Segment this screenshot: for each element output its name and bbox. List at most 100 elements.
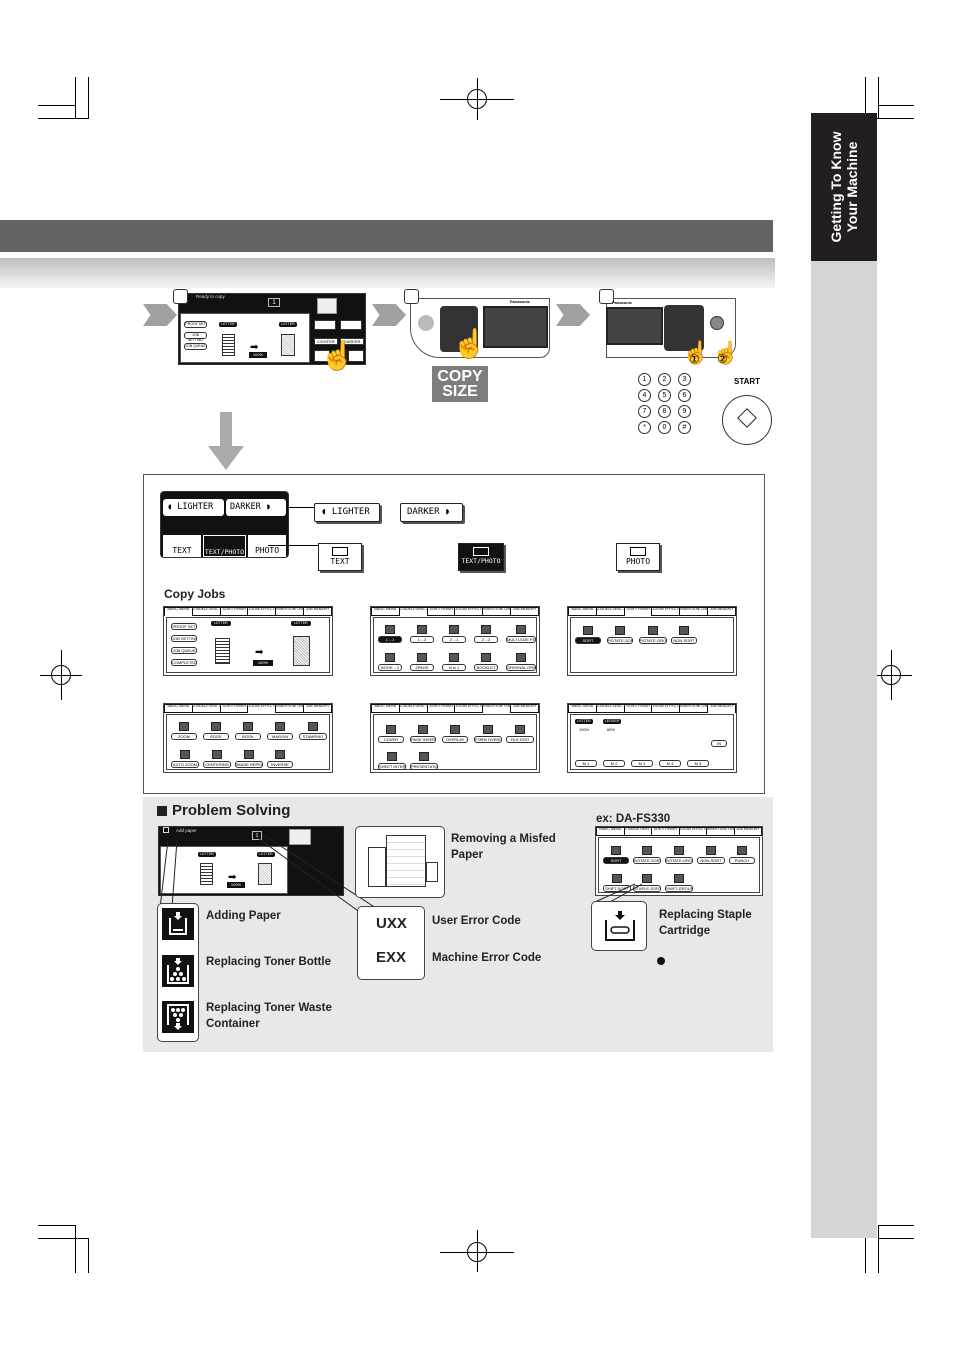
darker-key[interactable]: DARKER ◗ bbox=[226, 499, 286, 516]
key-hash[interactable]: # bbox=[678, 421, 691, 434]
photo-mode-button[interactable]: PHOTO bbox=[616, 543, 660, 571]
chapter-tab[interactable]: Getting To Know Your Machine bbox=[811, 113, 877, 261]
function-button[interactable]: ZOOM bbox=[171, 733, 197, 740]
function-button[interactable]: M 1 bbox=[575, 760, 597, 767]
function-button[interactable]: NON-SORT bbox=[671, 637, 697, 644]
tab-3[interactable]: ZOOM/ EFFECTS bbox=[455, 608, 483, 615]
tab-5[interactable]: JOB MEMORY bbox=[304, 705, 331, 712]
tab-5[interactable]: JOB MEMORY bbox=[734, 828, 761, 835]
function-button[interactable]: IN bbox=[711, 740, 727, 747]
finisher-button[interactable]: SORT bbox=[603, 857, 629, 864]
tab-3[interactable]: ZOOM/ EFFECTS bbox=[679, 828, 706, 835]
job-setting-button[interactable]: JOB SETTING bbox=[184, 332, 207, 342]
start-button[interactable] bbox=[722, 395, 772, 445]
function-button[interactable]: MULTI-SIZE FEED bbox=[506, 636, 536, 643]
function-button[interactable]: AUTO ZOOM bbox=[171, 761, 199, 768]
tab-2[interactable]: SORT/ FINISH bbox=[624, 705, 652, 712]
function-button[interactable]: ROTATE-GROUP bbox=[639, 637, 667, 644]
function-button[interactable]: BOOK→2 bbox=[378, 664, 402, 671]
tab-4[interactable]: INSERTION/ OVERLAY bbox=[483, 608, 511, 615]
function-button[interactable]: 2→2 bbox=[474, 636, 498, 643]
tab-3[interactable]: ZOOM/ EFFECTS bbox=[652, 608, 680, 615]
tab-4[interactable]: INSERTION/ OVERLAY bbox=[680, 705, 708, 712]
key-4[interactable]: 4 bbox=[638, 389, 651, 402]
function-button[interactable]: M 3 bbox=[631, 760, 653, 767]
tab-1[interactable]: 2-SIDED/ ORIG→COPY bbox=[192, 608, 220, 615]
function-button[interactable]: EDGE bbox=[203, 733, 229, 740]
function-button[interactable]: BOOKLET bbox=[474, 664, 498, 671]
function-button[interactable]: SHEET INTERLEAVING bbox=[378, 763, 406, 770]
key-8[interactable]: 8 bbox=[658, 405, 671, 418]
function-button[interactable]: INVERSE bbox=[267, 761, 293, 768]
function-button[interactable]: CENTERING bbox=[203, 761, 231, 768]
function-button[interactable]: PROOF SET bbox=[171, 623, 197, 630]
tab-2[interactable]: SORT/ FINISH bbox=[427, 705, 455, 712]
tab-3[interactable]: ZOOM/ EFFECTS bbox=[652, 705, 680, 712]
function-button[interactable]: MARGIN bbox=[267, 733, 293, 740]
finisher-button[interactable]: NON-SORT bbox=[697, 857, 725, 864]
function-button[interactable]: M 5 bbox=[687, 760, 709, 767]
tab-5[interactable]: JOB MEMORY bbox=[511, 608, 538, 615]
tab-5[interactable]: JOB MEMORY bbox=[304, 608, 331, 615]
tab-0[interactable]: BASIC MENU bbox=[372, 705, 399, 712]
function-button[interactable]: FILE EDIT bbox=[506, 736, 534, 743]
function-button[interactable]: COVER bbox=[378, 736, 404, 743]
key-6[interactable]: 6 bbox=[678, 389, 691, 402]
key-5[interactable]: 5 bbox=[658, 389, 671, 402]
tab-0[interactable]: BASIC MENU bbox=[165, 608, 192, 617]
finisher-button[interactable]: ROTATE-GROUP bbox=[665, 857, 693, 864]
key-3[interactable]: 3 bbox=[678, 373, 691, 386]
key-9[interactable]: 9 bbox=[678, 405, 691, 418]
key-0[interactable]: 0 bbox=[658, 421, 671, 434]
finisher-button[interactable]: PUNCH bbox=[729, 857, 755, 864]
tab-1[interactable]: 2-SIDED/ ORIG→COPY bbox=[596, 705, 624, 712]
tab-0[interactable]: BASIC MENU bbox=[569, 705, 596, 712]
lighter-key[interactable]: ◖ LIGHTER bbox=[163, 499, 224, 516]
copy-size-key[interactable]: COPY SIZE bbox=[432, 366, 488, 402]
photo-mode-key[interactable]: PHOTO bbox=[248, 535, 286, 557]
function-button[interactable]: 2→1 bbox=[442, 636, 466, 643]
function-button[interactable]: 1→1 bbox=[378, 636, 402, 643]
darker-button[interactable]: DARKER ◗ bbox=[400, 503, 463, 522]
tab-0[interactable]: BASIC MENU bbox=[597, 828, 624, 835]
function-button[interactable]: COMPLETED JOB LIST bbox=[171, 659, 197, 666]
tab-4[interactable]: INSERTION/ OVERLAY bbox=[680, 608, 708, 615]
text-mode-key[interactable]: TEXT bbox=[163, 535, 201, 557]
text-photo-mode-button[interactable]: TEXT/PHOTO bbox=[458, 543, 504, 571]
text-mode-button[interactable]: TEXT bbox=[318, 543, 362, 571]
tab-5[interactable]: JOB MEMORY bbox=[708, 608, 735, 615]
tab-1[interactable]: 2-SIDED/ ORIG→COPY bbox=[596, 608, 624, 615]
tab-4[interactable]: INSERTION/ OVERLAY bbox=[276, 608, 304, 615]
tab-3[interactable]: ZOOM/ EFFECTS bbox=[248, 705, 276, 714]
function-button[interactable]: IMAGE REPEAT bbox=[235, 761, 263, 768]
function-button[interactable]: N in 1 bbox=[442, 664, 466, 671]
tab-3[interactable]: ZOOM/ EFFECTS bbox=[248, 608, 276, 615]
tab-2[interactable]: SORT/ FINISH bbox=[220, 705, 248, 712]
tab-0[interactable]: BASIC MENU bbox=[372, 608, 399, 615]
tab-1[interactable]: 2-SIDED/ ORIG→COPY bbox=[624, 828, 651, 835]
tab-2[interactable]: SORT/ FINISH bbox=[427, 608, 455, 615]
function-button[interactable]: ORIGINAL ORIENTATION bbox=[506, 664, 536, 671]
function-button[interactable]: PAGE INSERTION bbox=[410, 736, 436, 743]
tab-0[interactable]: BASIC MENU bbox=[165, 705, 192, 712]
function-button[interactable]: M 4 bbox=[659, 760, 681, 767]
tab-1[interactable]: 2-SIDED/ ORIG→COPY bbox=[399, 608, 427, 617]
tab-2[interactable]: SORT/ FINISH bbox=[220, 608, 248, 615]
function-button[interactable]: 1→2 bbox=[410, 636, 434, 643]
proof-set-button[interactable]: PROOF SET bbox=[184, 321, 207, 328]
tab-0[interactable]: BASIC MENU bbox=[569, 608, 596, 615]
key-1[interactable]: 1 bbox=[638, 373, 651, 386]
function-button[interactable]: STAMPING bbox=[299, 733, 327, 740]
text-photo-mode-key[interactable]: TEXT/PHOTO bbox=[203, 535, 246, 557]
job-queue-button[interactable]: JOB QUEUE bbox=[184, 343, 207, 350]
size-select-button[interactable] bbox=[340, 320, 362, 330]
finisher-button[interactable]: ROTATE-SORT bbox=[633, 857, 661, 864]
key-star[interactable]: * bbox=[638, 421, 651, 434]
key-2[interactable]: 2 bbox=[658, 373, 671, 386]
function-button[interactable]: OVERLAY bbox=[442, 736, 468, 743]
function-button[interactable]: ROTATE-SORT bbox=[607, 637, 633, 644]
tab-2[interactable]: SORT/ FINISH bbox=[624, 608, 652, 617]
function-button[interactable]: FORM OVERLAY bbox=[474, 736, 502, 743]
key-7[interactable]: 7 bbox=[638, 405, 651, 418]
lighter-button[interactable]: ◖ LIGHTER bbox=[314, 503, 380, 522]
